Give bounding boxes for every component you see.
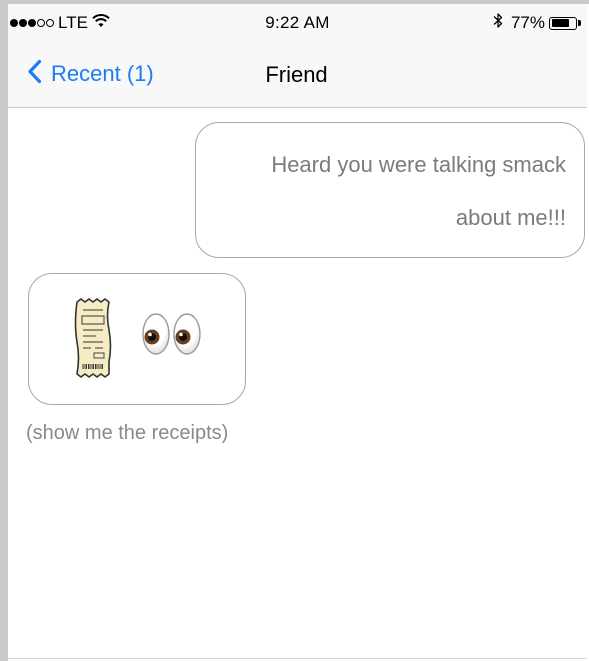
status-bar: LTE 9:22 AM 77% (8, 4, 587, 44)
incoming-message-bubble[interactable] (28, 273, 246, 405)
receipt-icon (71, 296, 115, 387)
phone-screen: LTE 9:22 AM 77% Recent (1) Friend Heard … (8, 4, 587, 661)
window-border-left (0, 0, 8, 661)
outgoing-message-bubble[interactable]: Heard you were talking smack about me!!! (195, 122, 585, 258)
eyes-icon (141, 312, 203, 356)
message-line: about me!!! (455, 205, 566, 230)
bluetooth-icon (493, 12, 503, 34)
battery-percent: 77% (510, 13, 545, 32)
battery-icon (549, 16, 577, 30)
header: LTE 9:22 AM 77% Recent (1) Friend (8, 4, 587, 108)
navigation-bar: Recent (1) Friend (8, 52, 587, 96)
status-right: 77% (493, 12, 581, 34)
conversation-title: Friend (265, 62, 328, 87)
divider (8, 658, 587, 659)
battery-fill (551, 19, 570, 27)
battery-tip (578, 20, 581, 26)
message-line: Heard you were talking smack (271, 152, 566, 177)
message-caption: (show me the receipts) (26, 422, 229, 444)
